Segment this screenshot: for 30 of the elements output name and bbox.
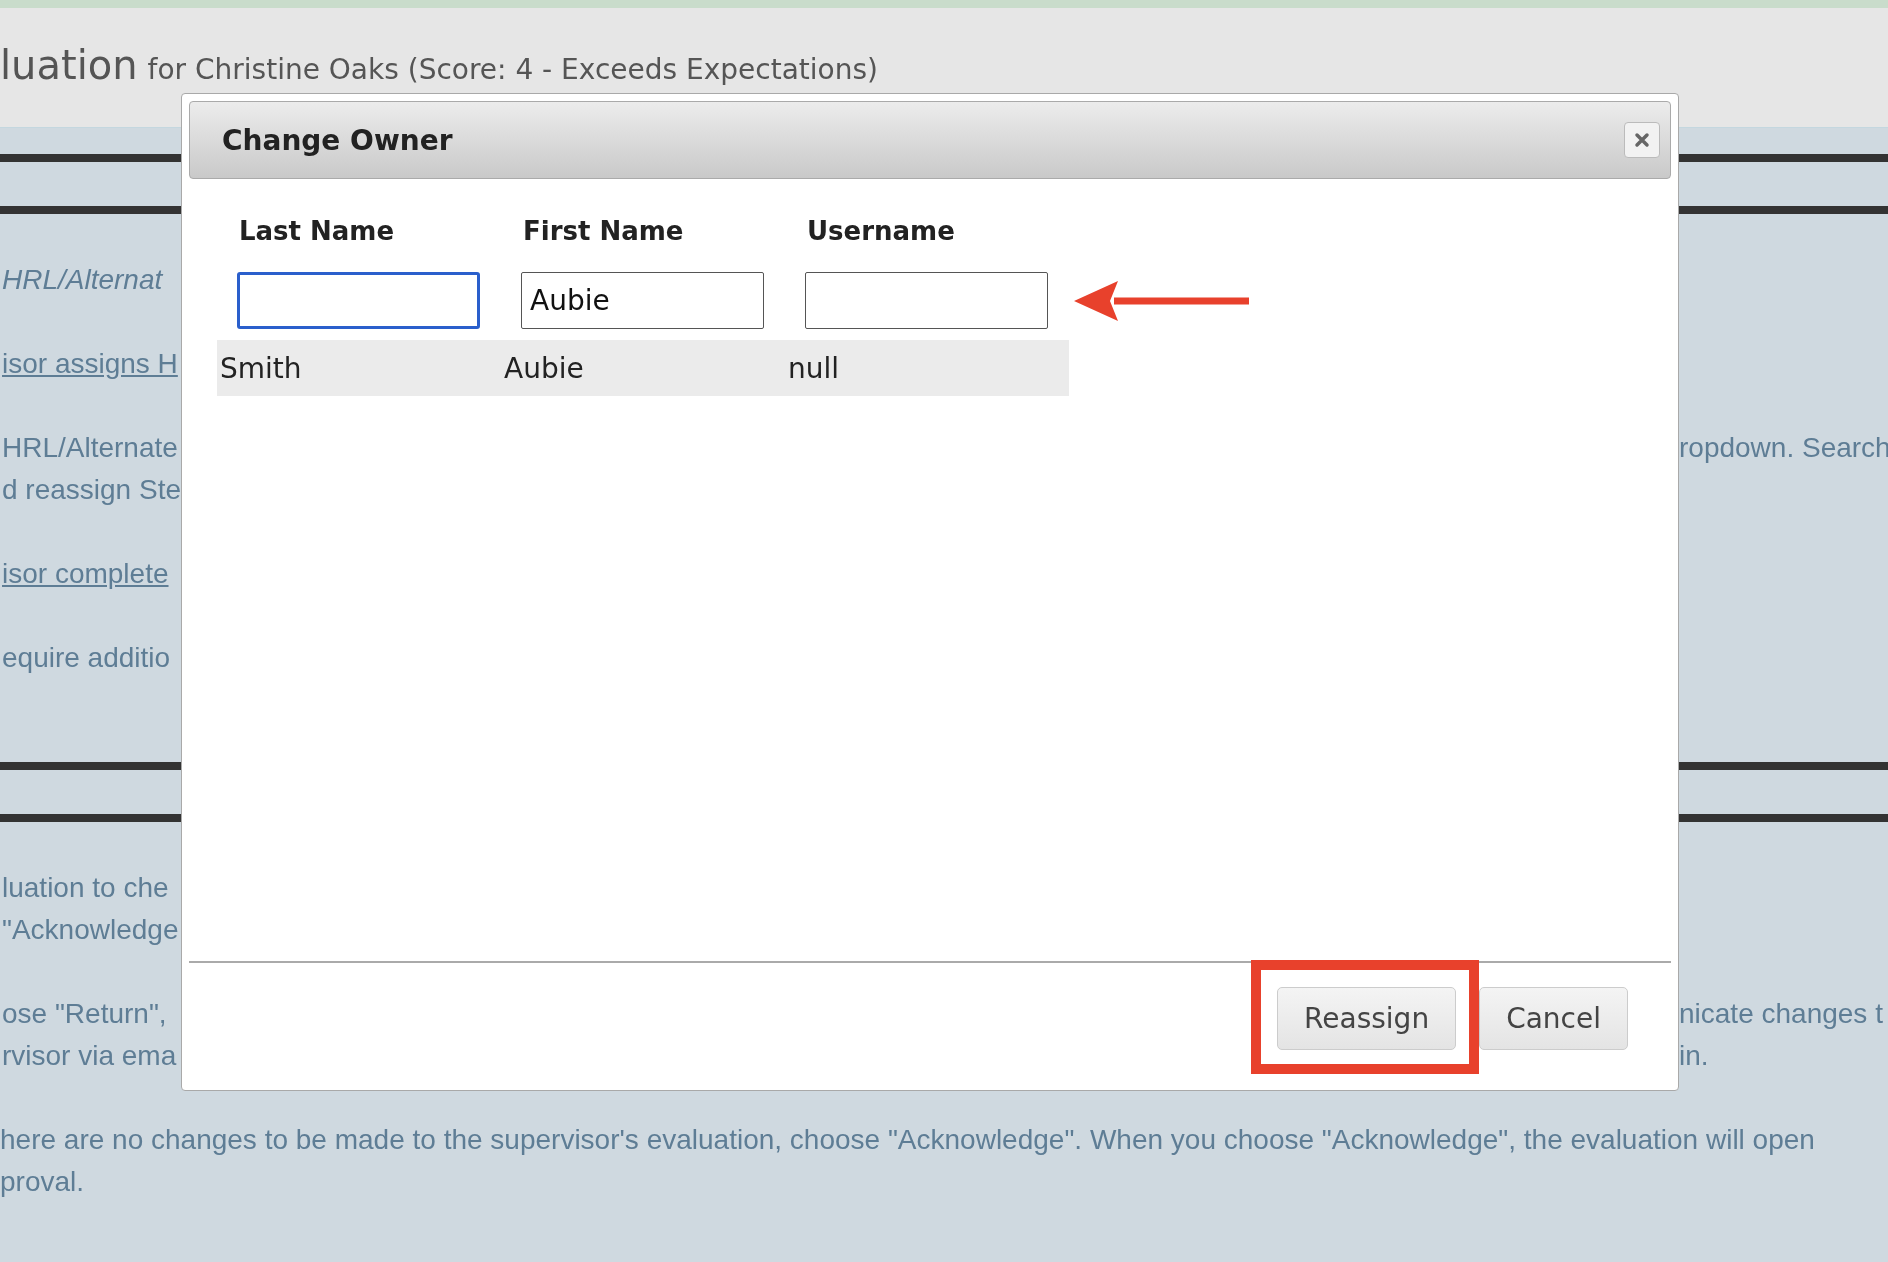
paragraph-text: nicate changes t bbox=[1679, 998, 1884, 1030]
result-row[interactable]: Smith Aubie null bbox=[217, 340, 1069, 396]
paragraph-text: here are no changes to be made to the supervisor's evaluation, choose "Acknowledge". When you choose "Acknowledge", the evaluation will open bbox=[0, 1124, 1816, 1156]
table-cell-text: Smith bbox=[219, 351, 303, 385]
paragraph-text: ropdown. Search bbox=[1679, 432, 1888, 464]
paragraph-text: d reassign Ste bbox=[1, 474, 181, 506]
paragraph-text: in. bbox=[1679, 1040, 1710, 1072]
paragraph-text: equire additio bbox=[1, 642, 172, 674]
paragraph-text: proval. bbox=[0, 1166, 86, 1198]
column-label: Last Name bbox=[239, 216, 395, 246]
paragraph-text: HRL/Alternate bbox=[1, 432, 179, 464]
paragraph-text: rvisor via ema bbox=[1, 1040, 178, 1072]
search-field[interactable] bbox=[805, 272, 1048, 329]
dialog-title: Change Owner bbox=[222, 123, 453, 157]
page-title: luation bbox=[0, 42, 138, 88]
close-button[interactable] bbox=[1624, 122, 1660, 158]
search-field[interactable] bbox=[237, 272, 480, 329]
paragraph-text: luation to che bbox=[1, 872, 170, 904]
table-cell-text: null bbox=[787, 351, 841, 385]
page-subtitle: for Christine Oaks (Score: 4 - Exceeds Expectations) bbox=[147, 53, 878, 86]
paragraph-text: "Acknowledge bbox=[1, 914, 180, 946]
table-cell-text: Aubie bbox=[503, 351, 585, 385]
reassign-button[interactable]: Reassign bbox=[1277, 987, 1457, 1050]
column-label: Username bbox=[807, 216, 955, 246]
paragraph-text: ose "Return", bbox=[1, 998, 168, 1030]
paragraph-text: HRL/Alternat bbox=[1, 264, 164, 296]
dialog-button[interactable]: Cancel bbox=[1479, 987, 1628, 1050]
search-field[interactable]: Aubie bbox=[521, 272, 764, 329]
column-label: First Name bbox=[523, 216, 684, 246]
close-icon bbox=[1634, 132, 1650, 148]
